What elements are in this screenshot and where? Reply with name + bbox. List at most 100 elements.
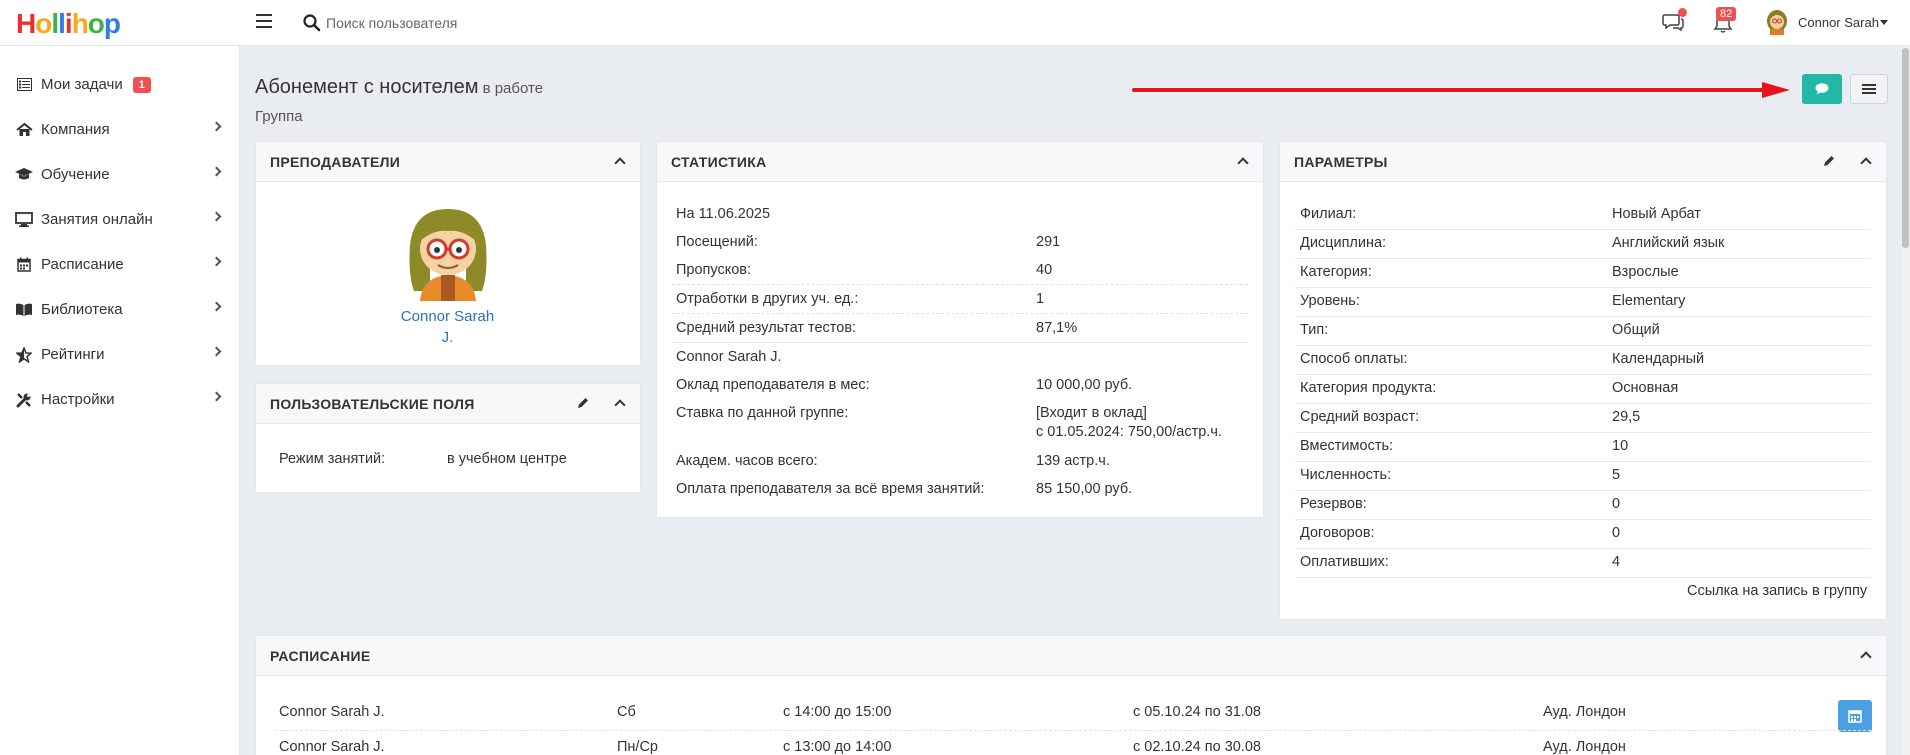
logo-letter: o: [35, 8, 52, 39]
sidebar-item-company[interactable]: Компания: [0, 107, 240, 152]
chevron-right-icon: [211, 211, 222, 222]
user-name[interactable]: Connor Sarah: [1798, 15, 1879, 30]
schedule-room: Ауд. Лондон: [1543, 739, 1626, 755]
sidebar-item-ratings[interactable]: Рейтинги: [0, 332, 240, 377]
schedule-calendar-button[interactable]: [1838, 700, 1872, 732]
pencil-icon[interactable]: [1822, 154, 1836, 168]
schedule-room: Ауд. Лондон: [1543, 704, 1626, 720]
divider: [672, 284, 1248, 285]
actions-menu-button[interactable]: [1850, 74, 1888, 104]
chat-notification-dot: [1678, 8, 1687, 17]
sidebar-item-library[interactable]: Библиотека: [0, 287, 240, 332]
chevron-right-icon: [211, 301, 222, 312]
teacher-avatar[interactable]: [400, 205, 496, 301]
parameters-panel-header[interactable]: ПАРАМЕТРЫ: [1280, 142, 1886, 182]
param-value: Общий: [1612, 322, 1660, 338]
divider: [672, 342, 1248, 343]
chevron-up-icon[interactable]: [1237, 157, 1249, 169]
sidebar-item-settings[interactable]: Настройки: [0, 377, 240, 422]
schedule-time: с 13:00 до 14:00: [783, 739, 892, 755]
sidebar-item-my-tasks[interactable]: Мои задачи 1: [0, 62, 240, 107]
page-scrollbar-thumb[interactable]: [1902, 48, 1909, 248]
sidebar-item-education[interactable]: Обучение: [0, 152, 240, 197]
list-icon: [15, 77, 33, 93]
divider: [1295, 432, 1871, 433]
schedule-panel-header[interactable]: РАСПИСАНИЕ: [256, 636, 1886, 676]
logo-letter: p: [103, 8, 121, 39]
stats-value: 40: [1036, 262, 1053, 278]
sidebar-item-label: Обучение: [41, 166, 110, 183]
stats-label: Оклад преподавателя в мес:: [676, 377, 870, 393]
user-avatar[interactable]: [1764, 9, 1790, 35]
param-value: 0: [1612, 496, 1621, 512]
param-value: 4: [1612, 554, 1621, 570]
teacher-name-line2: J.: [441, 329, 454, 346]
signup-link[interactable]: Ссылка на запись в группу: [1687, 583, 1867, 599]
stats-value: 139 астр.ч.: [1036, 453, 1110, 469]
chevron-up-icon[interactable]: [614, 157, 626, 169]
stats-label: Средний результат тестов:: [676, 320, 857, 336]
chevron-up-icon[interactable]: [1860, 157, 1872, 169]
chevron-up-icon[interactable]: [1860, 651, 1872, 663]
custom-fields-panel: ПОЛЬЗОВАТЕЛЬСКИЕ ПОЛЯ: [255, 383, 641, 493]
stats-value: 10 000,00 руб.: [1036, 377, 1133, 393]
param-value-link[interactable]: Новый Арбат: [1612, 206, 1701, 222]
param-label: Договоров:: [1300, 525, 1375, 541]
sidebar-item-schedule[interactable]: Расписание: [0, 242, 240, 287]
page-title-text: Абонемент с носителем: [255, 76, 479, 98]
divider: [1295, 577, 1871, 578]
stats-teacher-link[interactable]: Connor Sarah J.: [676, 349, 782, 365]
statistics-panel-header[interactable]: СТАТИСТИКА: [657, 142, 1263, 182]
param-value: 5: [1612, 467, 1621, 483]
schedule-teacher-link[interactable]: Connor Sarah J.: [279, 739, 385, 755]
param-value: Календарный: [1612, 351, 1705, 367]
search-input[interactable]: [326, 10, 726, 36]
calendar-icon: [15, 257, 33, 273]
stats-value: 85 150,00 руб.: [1036, 481, 1133, 497]
divider: [1295, 316, 1871, 317]
notifications-badge: 82: [1716, 7, 1737, 21]
calendar-icon: [1848, 710, 1862, 723]
custom-field-value: в учебном центре: [447, 451, 567, 467]
stats-label: Пропусков:: [676, 262, 752, 278]
custom-fields-panel-header[interactable]: ПОЛЬЗОВАТЕЛЬСКИЕ ПОЛЯ: [256, 384, 640, 424]
divider: [1295, 287, 1871, 288]
parameters-panel-title: ПАРАМЕТРЫ: [1294, 153, 1388, 170]
logo-letter: l: [51, 8, 59, 39]
logo-letter: H: [16, 8, 36, 39]
hollihop-logo[interactable]: Hollihop: [16, 8, 121, 40]
chevron-right-icon: [211, 121, 222, 132]
star-icon: [15, 346, 33, 363]
teachers-panel-header[interactable]: ПРЕПОДАВАТЕЛИ: [256, 142, 640, 182]
teacher-name-link[interactable]: Connor Sarah J.: [395, 306, 500, 348]
caret-down-icon[interactable]: [1880, 20, 1888, 25]
stats-label: Академ. часов всего:: [676, 453, 818, 469]
sidebar-item-label: Компания: [41, 121, 110, 138]
sidebar-item-online-classes[interactable]: Занятия онлайн: [0, 197, 240, 242]
divider: [275, 730, 1871, 731]
divider: [1295, 519, 1871, 520]
comment-button[interactable]: [1802, 74, 1842, 104]
pencil-icon[interactable]: [576, 396, 590, 410]
stats-value-link[interactable]: 1: [1036, 291, 1044, 307]
custom-field-label: Режим занятий:: [279, 451, 386, 467]
teachers-panel-title: ПРЕПОДАВАТЕЛИ: [270, 153, 401, 170]
logo-letter: i: [64, 8, 73, 39]
teacher-name-line1: Connor Sarah: [400, 308, 495, 325]
stats-value: с 01.05.2024: 750,00/астр.ч.: [1036, 424, 1222, 440]
param-value: Взрослые: [1612, 264, 1679, 280]
wrench-icon: [15, 392, 33, 408]
stats-value: 87,1%: [1036, 320, 1078, 336]
schedule-teacher-link[interactable]: Connor Sarah J.: [279, 704, 385, 720]
param-label: Тип:: [1300, 322, 1329, 338]
param-label: Средний возраст:: [1300, 409, 1420, 425]
divider: [1295, 345, 1871, 346]
divider: [1295, 548, 1871, 549]
logo-letter: l: [58, 8, 66, 39]
hamburger-menu-icon[interactable]: [256, 14, 272, 28]
chevron-up-icon[interactable]: [614, 399, 626, 411]
param-value-link[interactable]: 0: [1612, 525, 1620, 541]
divider: [1295, 258, 1871, 259]
book-icon: [15, 302, 33, 318]
graduation-cap-icon: [15, 167, 33, 183]
